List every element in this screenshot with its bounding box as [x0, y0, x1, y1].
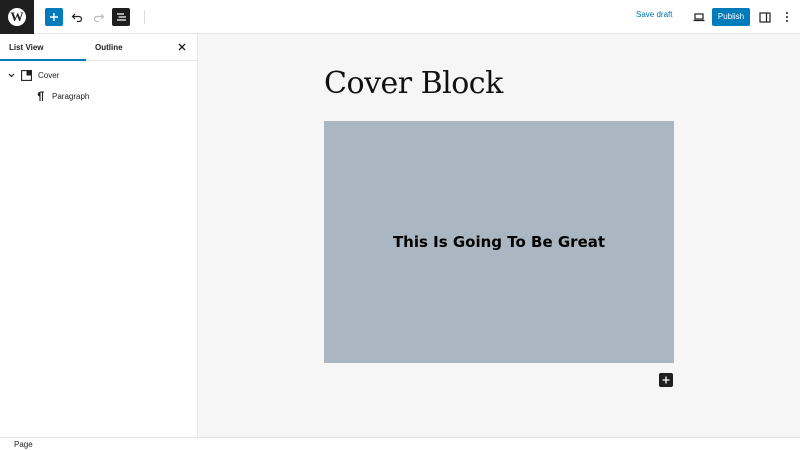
chevron-down-icon: [8, 73, 14, 77]
tab-list-view[interactable]: List View: [9, 34, 44, 61]
list-view-icon: [116, 13, 126, 21]
editor-canvas: Cover Block This Is Going To Be Great: [198, 34, 800, 437]
document-overview-button[interactable]: [112, 8, 130, 26]
cover-block[interactable]: This Is Going To Be Great: [324, 121, 674, 363]
list-item-paragraph[interactable]: Paragraph: [34, 87, 89, 105]
undo-icon: [71, 13, 83, 22]
cover-block-icon: [20, 69, 32, 81]
paragraph-icon: [34, 90, 46, 102]
sidebar-toggle-icon: [759, 11, 771, 23]
editor-footer: Page: [0, 437, 800, 450]
post-title[interactable]: Cover Block: [324, 66, 503, 101]
plus-icon: [50, 13, 58, 21]
list-item-cover[interactable]: Cover: [6, 66, 59, 84]
laptop-icon: [693, 13, 705, 22]
sidebar-tabs: List View Outline: [0, 34, 197, 61]
list-item-label: Cover: [38, 70, 60, 80]
expand-toggle[interactable]: [6, 70, 16, 80]
plus-icon: [662, 376, 670, 384]
options-button[interactable]: [778, 8, 796, 26]
more-vertical-icon: [786, 12, 788, 22]
undo-button[interactable]: [68, 8, 86, 26]
publish-button[interactable]: Publish: [712, 8, 750, 26]
editor-toolbar: W Save draft Publish: [0, 0, 800, 34]
close-icon: [178, 43, 186, 51]
tab-outline[interactable]: Outline: [95, 34, 123, 61]
wordpress-logo-icon: W: [8, 8, 26, 26]
redo-button[interactable]: [90, 8, 108, 26]
active-tab-indicator: [0, 59, 86, 61]
save-draft-button[interactable]: Save draft: [636, 10, 672, 19]
toolbar-separator: [144, 10, 145, 24]
settings-button[interactable]: [756, 8, 774, 26]
add-block-button[interactable]: [659, 373, 673, 387]
list-view-sidebar: List View Outline: [0, 34, 198, 437]
breadcrumb[interactable]: Page: [14, 440, 33, 449]
list-item-label: Paragraph: [52, 91, 90, 101]
close-sidebar-button[interactable]: [177, 42, 187, 52]
redo-icon: [93, 13, 105, 22]
preview-button[interactable]: [690, 8, 708, 26]
cover-paragraph[interactable]: This Is Going To Be Great: [393, 233, 605, 251]
block-inserter-button[interactable]: [45, 8, 63, 26]
wordpress-logo-button[interactable]: W: [0, 0, 34, 34]
